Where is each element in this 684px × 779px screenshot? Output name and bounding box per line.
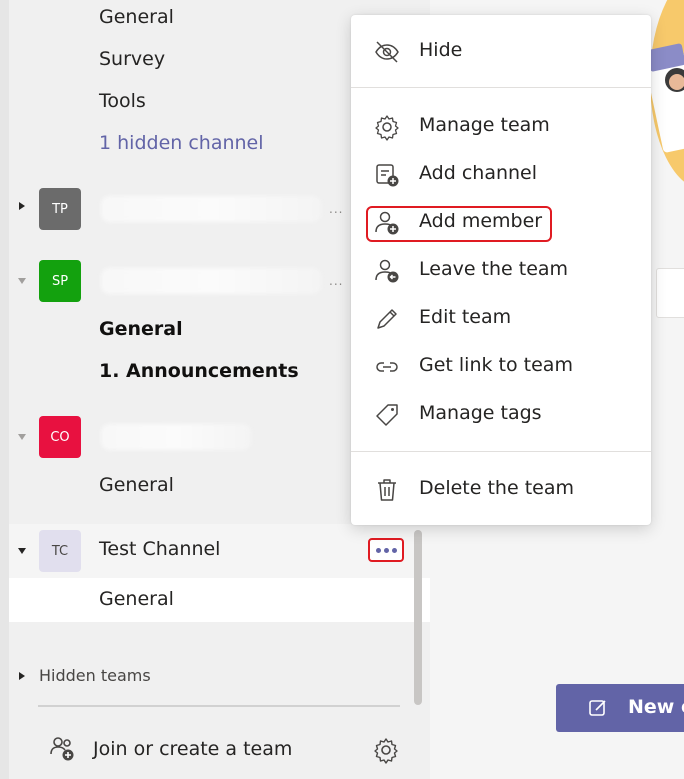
sidebar-edge — [0, 0, 9, 779]
trash-icon — [378, 479, 396, 501]
menu-item-label: Leave the team — [419, 258, 569, 280]
team-avatar-tc: TC — [39, 530, 81, 572]
menu-item-hide[interactable]: Hide — [351, 28, 651, 74]
menu-item-label: Add channel — [419, 162, 538, 184]
team-avatar-sp: SP — [39, 260, 81, 302]
channel-general-tc[interactable]: General — [99, 588, 174, 610]
menu-item-delete-team[interactable]: Delete the team — [351, 466, 651, 512]
dot-icon — [375, 547, 381, 553]
link-icon — [376, 362, 398, 372]
channel-general-co[interactable]: General — [99, 474, 174, 496]
menu-item-add-channel[interactable]: Add channel — [351, 151, 651, 197]
gear-icon — [375, 115, 399, 141]
menu-item-manage-team[interactable]: Manage team — [351, 103, 651, 149]
new-conversation-label: New c — [628, 696, 684, 718]
compose-icon — [589, 700, 606, 716]
menu-item-leave-team[interactable]: Leave the team — [351, 247, 651, 293]
menu-item-manage-tags[interactable]: Manage tags — [351, 391, 651, 437]
add-channel-icon — [376, 164, 399, 187]
more-options-button[interactable] — [368, 538, 404, 562]
menu-separator — [351, 451, 651, 452]
channel-general-tc-row[interactable] — [9, 578, 430, 622]
redacted-team-name — [101, 268, 321, 294]
menu-item-label: Edit team — [419, 306, 512, 328]
hidden-teams-toggle[interactable]: Hidden teams — [9, 664, 409, 690]
collapse-caret-icon[interactable] — [18, 434, 26, 440]
expand-caret-icon[interactable] — [19, 672, 25, 680]
dot-icon — [383, 547, 389, 553]
sidebar-divider — [38, 705, 400, 707]
expand-caret-icon[interactable] — [19, 202, 25, 210]
join-create-team-button[interactable]: Join or create a team — [48, 735, 408, 765]
join-create-team-label: Join or create a team — [93, 738, 293, 760]
tag-icon — [376, 404, 398, 426]
menu-item-edit-team[interactable]: Edit team — [351, 295, 651, 341]
menu-item-label: Delete the team — [419, 477, 574, 499]
team-more-faint: ... — [329, 202, 344, 216]
team-more-faint: ... — [329, 274, 344, 288]
channel-announcements[interactable]: 1. Announcements — [99, 360, 299, 382]
redacted-team-name — [101, 424, 251, 450]
add-member-highlight — [366, 206, 552, 242]
gear-icon[interactable] — [372, 736, 400, 764]
menu-item-label: Get link to team — [419, 354, 573, 376]
menu-item-label: Hide — [419, 39, 463, 61]
channel-general-sp[interactable]: General — [99, 318, 183, 340]
leave-team-icon — [375, 259, 399, 283]
team-name-test-channel[interactable]: Test Channel — [99, 538, 220, 560]
hide-icon — [375, 41, 399, 63]
channel-survey[interactable]: Survey — [99, 48, 165, 70]
menu-item-label: Manage tags — [419, 402, 542, 424]
pencil-icon — [377, 309, 397, 329]
menu-item-get-link[interactable]: Get link to team — [351, 343, 651, 389]
join-team-icon — [50, 737, 74, 761]
hidden-teams-label: Hidden teams — [39, 666, 151, 685]
menu-separator — [351, 87, 651, 88]
new-conversation-button[interactable]: New c — [556, 684, 684, 732]
team-context-menu: Hide Manage team Add channel Add member — [351, 15, 651, 525]
hidden-channel-link[interactable]: 1 hidden channel — [99, 132, 264, 154]
content-input-stub[interactable] — [656, 268, 684, 318]
dot-icon — [391, 547, 397, 553]
channel-general[interactable]: General — [99, 6, 174, 28]
team-avatar-co: CO — [39, 416, 81, 458]
sidebar-scrollbar[interactable] — [414, 530, 422, 705]
redacted-team-name — [101, 196, 321, 222]
menu-item-label: Manage team — [419, 114, 550, 136]
channel-tools[interactable]: Tools — [99, 90, 146, 112]
team-avatar-tp: TP — [39, 188, 81, 230]
collapse-caret-icon[interactable] — [18, 548, 26, 554]
collapse-caret-icon[interactable] — [18, 278, 26, 284]
